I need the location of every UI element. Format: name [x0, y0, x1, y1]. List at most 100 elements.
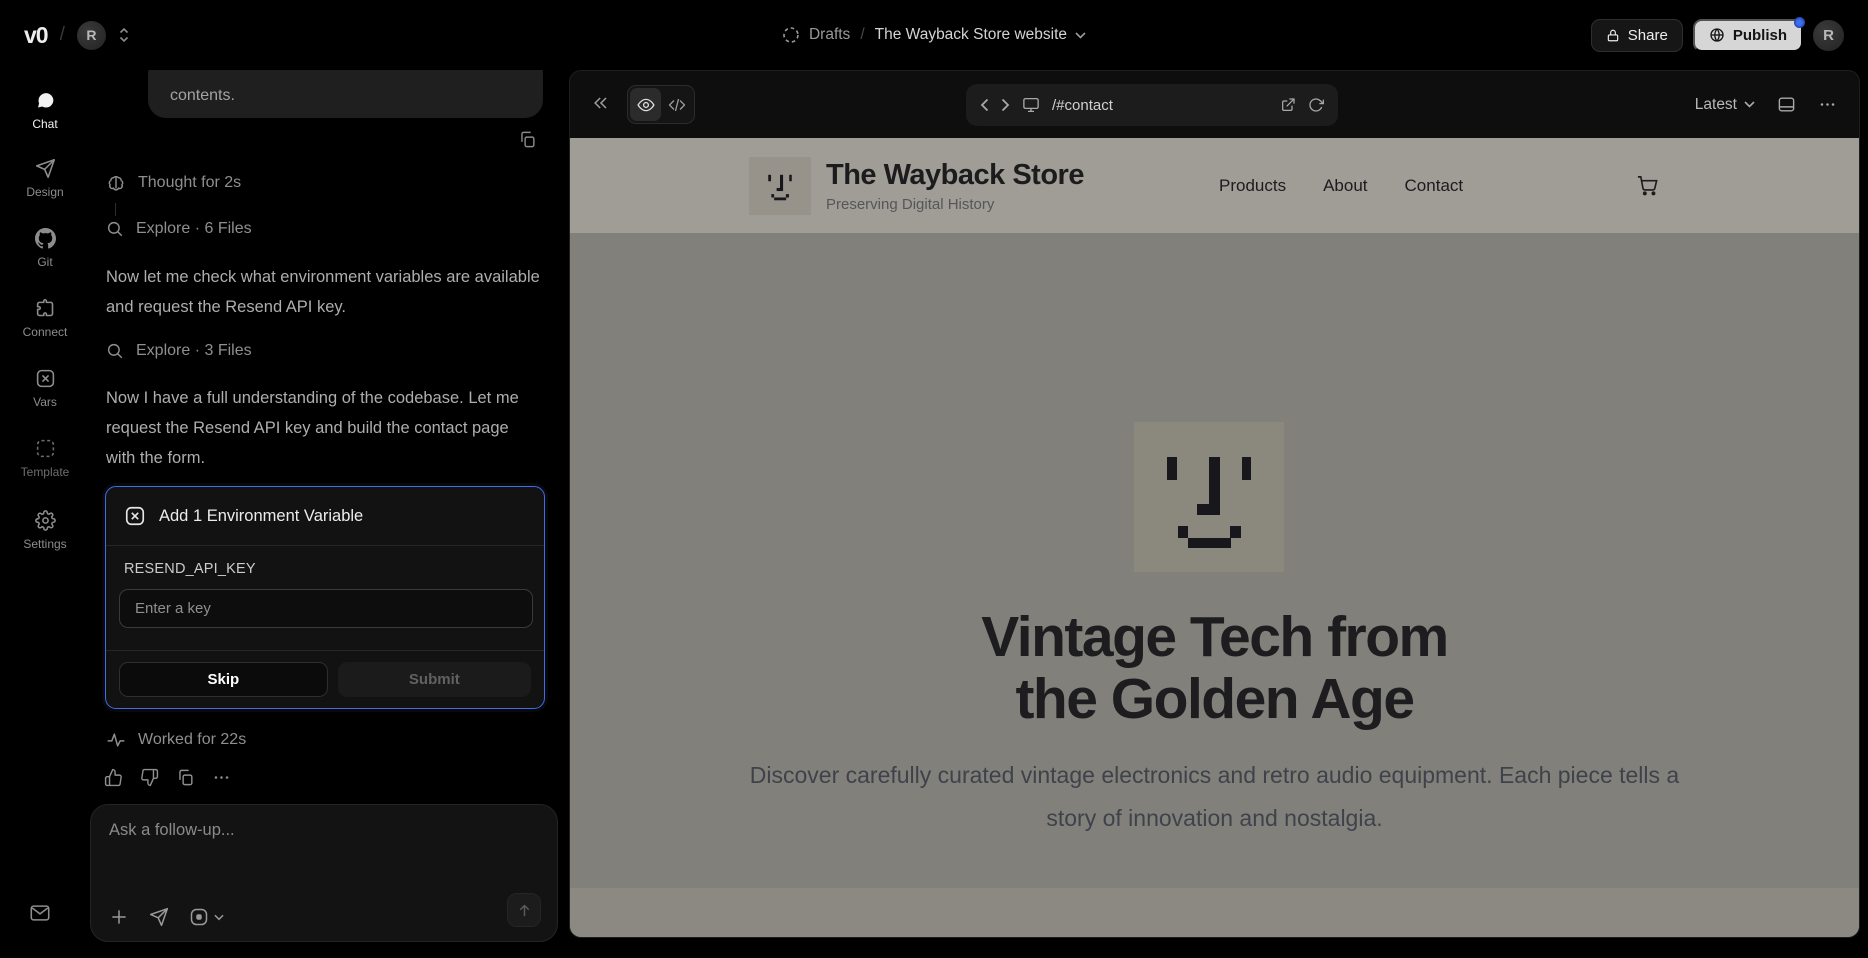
breadcrumb-drafts[interactable]: Drafts	[782, 26, 850, 44]
preview-toolbar: /#contact Latest	[570, 71, 1859, 138]
env-variable-card: Add 1 Environment Variable RESEND_API_KE…	[105, 486, 545, 709]
refresh-icon[interactable]	[1308, 97, 1324, 113]
assistant-paragraph: Now I have a full understanding of the c…	[106, 383, 542, 473]
sidebar-item-vars[interactable]: Vars	[0, 368, 90, 409]
globe-icon	[1709, 27, 1725, 43]
user-message-text: contents.	[170, 87, 235, 105]
sidebar-item-connect[interactable]: Connect	[0, 298, 90, 339]
chat-bubble-icon	[35, 90, 56, 111]
env-card-title: Add 1 Environment Variable	[159, 507, 363, 526]
cart-icon[interactable]	[1636, 174, 1659, 197]
v0-logo[interactable]: v0	[24, 22, 48, 49]
explore-label: Explore · 3 Files	[136, 342, 252, 360]
top-bar: v0 / R Drafts / The Wayback Store websit…	[0, 0, 1868, 70]
thought-label: Thought for 2s	[138, 174, 241, 192]
search-icon	[106, 220, 124, 238]
pixel-face-icon	[759, 165, 801, 207]
sidebar-item-label: Chat	[32, 117, 57, 131]
thumbs-up-icon[interactable]	[104, 768, 123, 787]
sidebar-item-label: Vars	[33, 395, 57, 409]
worked-label: Worked for 22s	[138, 731, 246, 749]
nav-link-products[interactable]: Products	[1219, 176, 1286, 196]
sidebar-item-template[interactable]: Template	[0, 438, 90, 479]
skip-button[interactable]: Skip	[119, 662, 328, 697]
mail-icon[interactable]	[29, 902, 51, 924]
brain-icon	[106, 173, 126, 193]
view-mode-toggle	[627, 85, 695, 124]
sidebar-item-label: Connect	[23, 325, 68, 339]
share-button[interactable]: Share	[1591, 19, 1683, 52]
dashed-square-icon	[35, 438, 56, 459]
breadcrumb: Drafts / The Wayback Store website	[782, 0, 1086, 70]
explore-row-1[interactable]: Explore · 6 Files	[106, 220, 252, 238]
site-nav: Products About Contact	[1219, 138, 1463, 233]
more-options-icon[interactable]	[212, 768, 231, 787]
layout-panel-icon[interactable]	[1777, 95, 1796, 114]
more-options-icon[interactable]	[1818, 95, 1837, 114]
forward-arrow-icon[interactable]	[1001, 98, 1010, 112]
nav-link-contact[interactable]: Contact	[1405, 176, 1464, 196]
sidebar-item-label: Template	[21, 465, 70, 479]
assistant-paragraph: Now let me check what environment variab…	[106, 262, 542, 322]
hero-heading: Vintage Tech from the Golden Age	[570, 606, 1859, 730]
gear-icon	[35, 510, 56, 531]
site-preview: The Wayback Store Preserving Digital His…	[570, 138, 1859, 937]
copy-message-icon[interactable]	[518, 130, 537, 149]
sidebar-item-settings[interactable]: Settings	[0, 510, 90, 551]
sidebar-item-git[interactable]: Git	[0, 228, 90, 269]
preview-panel: /#contact Latest	[569, 70, 1860, 938]
user-avatar[interactable]: R	[1813, 20, 1844, 51]
back-arrow-icon[interactable]	[980, 98, 989, 112]
vars-square-icon	[124, 505, 146, 527]
url-path[interactable]: /#contact	[1052, 97, 1268, 114]
site-logo[interactable]	[749, 157, 811, 215]
step-connector	[115, 203, 116, 216]
code-view-toggle[interactable]	[661, 88, 692, 121]
breadcrumb-separator: /	[860, 26, 864, 44]
model-version-picker[interactable]	[189, 907, 224, 927]
activity-pulse-icon	[106, 730, 126, 750]
send-button[interactable]	[507, 893, 541, 927]
left-sidebar: Chat Design Git Connect Vars Template	[0, 70, 90, 958]
env-var-name: RESEND_API_KEY	[124, 561, 531, 577]
vars-square-icon	[35, 368, 56, 389]
site-header: The Wayback Store Preserving Digital His…	[570, 138, 1859, 233]
github-icon	[35, 228, 56, 249]
sidebar-item-design[interactable]: Design	[0, 158, 90, 199]
sidebar-item-chat[interactable]: Chat	[0, 90, 90, 131]
workspace-switcher-icon[interactable]	[118, 27, 130, 43]
open-external-icon[interactable]	[1280, 97, 1296, 113]
thumbs-down-icon[interactable]	[140, 768, 159, 787]
device-monitor-icon[interactable]	[1022, 96, 1040, 114]
submit-button[interactable]: Submit	[338, 662, 531, 697]
composer	[90, 804, 558, 942]
sidebar-item-label: Git	[37, 255, 52, 269]
lock-icon	[1606, 28, 1620, 43]
search-icon	[106, 342, 124, 360]
version-selector[interactable]: Latest	[1695, 96, 1755, 114]
env-key-input[interactable]	[119, 589, 533, 628]
feedback-row	[104, 768, 231, 787]
attach-plus-icon[interactable]	[109, 907, 129, 927]
puzzle-icon	[35, 298, 56, 319]
breadcrumb-project[interactable]: The Wayback Store website	[875, 26, 1086, 44]
follow-up-input[interactable]	[109, 821, 529, 881]
nav-link-about[interactable]: About	[1323, 176, 1367, 196]
paper-plane-icon	[35, 158, 56, 179]
design-mode-icon[interactable]	[149, 907, 169, 927]
sidebar-item-label: Settings	[23, 537, 66, 551]
pixel-face-icon	[1134, 422, 1284, 572]
hero-description: Discover carefully curated vintage elect…	[745, 754, 1685, 840]
chevron-down-icon	[1744, 101, 1755, 108]
publish-button[interactable]: Publish	[1693, 19, 1803, 52]
explore-row-2[interactable]: Explore · 3 Files	[106, 342, 252, 360]
project-avatar[interactable]: R	[77, 21, 106, 50]
copy-icon[interactable]	[176, 768, 195, 787]
chat-panel: contents. Thought for 2s Explore · 6 Fil…	[90, 70, 570, 958]
version-square-icon	[189, 907, 209, 927]
collapse-panel-icon[interactable]	[591, 93, 611, 113]
preview-eye-toggle[interactable]	[630, 88, 661, 121]
worked-summary-row[interactable]: Worked for 22s	[106, 730, 246, 750]
thought-summary-row[interactable]: Thought for 2s	[106, 173, 241, 193]
publish-notification-dot	[1794, 17, 1805, 28]
